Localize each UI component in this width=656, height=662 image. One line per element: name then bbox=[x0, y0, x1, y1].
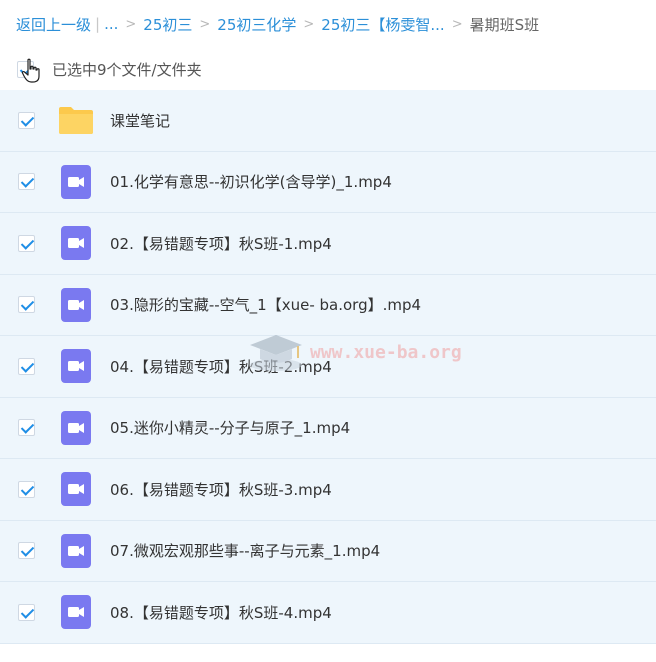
list-item[interactable]: 07.微观宏观那些事--离子与元素_1.mp4 bbox=[0, 521, 656, 582]
file-name: 06.【易错题专项】秋S班-3.mp4 bbox=[110, 480, 332, 499]
file-name: 05.迷你小精灵--分子与原子_1.mp4 bbox=[110, 419, 351, 438]
video-file-icon bbox=[57, 224, 95, 262]
video-file-icon bbox=[57, 470, 95, 508]
video-file-icon bbox=[57, 409, 95, 447]
list-item[interactable]: 08.【易错题专项】秋S班-4.mp4 bbox=[0, 582, 656, 644]
file-name: 07.微观宏观那些事--离子与元素_1.mp4 bbox=[110, 542, 381, 561]
row-checkbox[interactable] bbox=[18, 357, 35, 375]
video-file-icon bbox=[57, 286, 95, 324]
breadcrumb: 返回上一级 | ... > 25初三 > 25初三化学 > 25初三【杨雯智..… bbox=[0, 0, 656, 48]
row-checkbox[interactable] bbox=[18, 480, 35, 498]
list-item[interactable]: 03.隐形的宝藏--空气_1【xue- ba.org】.mp4 bbox=[0, 275, 656, 336]
file-name: 03.隐形的宝藏--空气_1【xue- ba.org】.mp4 bbox=[110, 296, 422, 315]
row-checkbox[interactable] bbox=[18, 234, 35, 252]
file-name: 08.【易错题专项】秋S班-4.mp4 bbox=[110, 603, 332, 622]
folder-icon bbox=[57, 101, 95, 139]
breadcrumb-item-teacher[interactable]: 25初三【杨雯智... bbox=[321, 14, 444, 35]
video-file-icon bbox=[57, 532, 95, 570]
list-item[interactable]: 05.迷你小精灵--分子与原子_1.mp4 bbox=[0, 398, 656, 459]
breadcrumb-current: 暑期班S班 bbox=[469, 15, 540, 34]
video-file-icon bbox=[57, 163, 95, 201]
row-checkbox[interactable] bbox=[18, 173, 35, 191]
chevron-right-icon: > bbox=[451, 16, 463, 32]
file-name: 02.【易错题专项】秋S班-1.mp4 bbox=[110, 234, 332, 253]
chevron-right-icon: > bbox=[199, 16, 211, 32]
selection-bar: 已选中9个文件/文件夹 bbox=[0, 48, 656, 90]
list-item[interactable]: 06.【易错题专项】秋S班-3.mp4 bbox=[0, 459, 656, 521]
row-checkbox[interactable] bbox=[18, 296, 35, 314]
breadcrumb-ellipsis[interactable]: ... bbox=[104, 15, 118, 33]
list-item[interactable]: 课堂笔记 bbox=[0, 90, 656, 152]
breadcrumb-item-chemistry[interactable]: 25初三化学 bbox=[217, 14, 296, 35]
row-checkbox[interactable] bbox=[18, 419, 35, 437]
file-name: 04.【易错题专项】秋S班-2.mp4 bbox=[110, 357, 332, 376]
list-item[interactable]: 01.化学有意思--初识化学(含导学)_1.mp4 bbox=[0, 152, 656, 213]
row-checkbox[interactable] bbox=[18, 111, 35, 129]
breadcrumb-back-link[interactable]: 返回上一级 bbox=[16, 14, 91, 35]
hand-cursor-icon bbox=[21, 58, 40, 83]
chevron-right-icon: > bbox=[125, 16, 137, 32]
video-file-icon bbox=[57, 347, 95, 385]
file-list: 课堂笔记 01.化学有意思--初识化学(含导学)_1.mp4 02.【易错题专项… bbox=[0, 90, 656, 644]
row-checkbox[interactable] bbox=[18, 542, 35, 560]
breadcrumb-divider: | bbox=[95, 15, 101, 33]
list-item[interactable]: 04.【易错题专项】秋S班-2.mp4 bbox=[0, 336, 656, 398]
list-item[interactable]: 02.【易错题专项】秋S班-1.mp4 bbox=[0, 213, 656, 275]
row-checkbox[interactable] bbox=[18, 603, 35, 621]
file-name: 课堂笔记 bbox=[110, 111, 171, 130]
file-name: 01.化学有意思--初识化学(含导学)_1.mp4 bbox=[110, 173, 392, 192]
video-file-icon bbox=[57, 593, 95, 631]
chevron-right-icon: > bbox=[303, 16, 315, 32]
selection-count-text: 已选中9个文件/文件夹 bbox=[52, 60, 202, 79]
breadcrumb-item-grade[interactable]: 25初三 bbox=[143, 14, 192, 35]
